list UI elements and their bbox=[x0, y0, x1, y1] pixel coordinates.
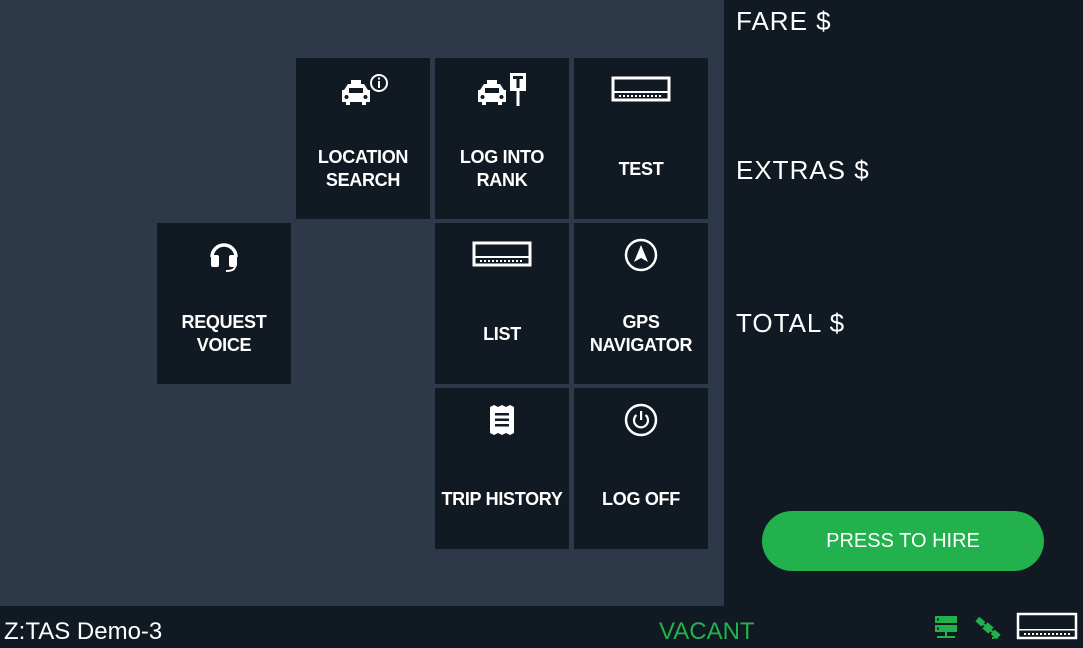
request-voice-label: REQUEST VOICE bbox=[181, 312, 267, 355]
log-into-rank-button[interactable]: LOG INTO RANK bbox=[435, 58, 569, 219]
log-off-button[interactable]: LOG OFF bbox=[574, 388, 708, 549]
headset-icon bbox=[157, 235, 291, 275]
gps-navigator-label: GPS NAVIGATOR bbox=[589, 312, 693, 355]
log-off-label: LOG OFF bbox=[602, 488, 680, 509]
meter-icon bbox=[574, 70, 708, 110]
list-button[interactable]: LIST bbox=[435, 223, 569, 384]
location-search-label: LOCATION SEARCH bbox=[317, 147, 409, 190]
location-search-button[interactable]: LOCATION SEARCH bbox=[296, 58, 430, 219]
trip-history-label: TRIP HISTORY bbox=[441, 488, 563, 509]
trip-history-button[interactable]: TRIP HISTORY bbox=[435, 388, 569, 549]
taxi-info-icon bbox=[296, 70, 430, 110]
test-label: TEST bbox=[618, 158, 664, 179]
press-to-hire-label: PRESS TO HIRE bbox=[826, 529, 980, 552]
extras-label: EXTRAS $ bbox=[736, 155, 870, 185]
receipt-icon bbox=[435, 400, 569, 440]
taxi-rank-icon bbox=[435, 70, 569, 110]
fare-label: FARE $ bbox=[736, 6, 832, 36]
status-bar: Z:TAS Demo-3 VACANT bbox=[0, 606, 1083, 648]
navigation-icon bbox=[574, 235, 708, 275]
meter-icon bbox=[435, 235, 569, 275]
total-label: TOTAL $ bbox=[736, 308, 846, 338]
satellite-icon bbox=[972, 614, 1004, 647]
gps-navigator-button[interactable]: GPS NAVIGATOR bbox=[574, 223, 708, 384]
device-name: Z:TAS Demo-3 bbox=[4, 618, 163, 645]
vacant-status: VACANT bbox=[659, 618, 755, 645]
log-into-rank-label: LOG INTO RANK bbox=[459, 147, 545, 190]
test-button[interactable]: TEST bbox=[574, 58, 708, 219]
menu-area: LOCATION SEARCH LOG INTO RANK TEST REQUE… bbox=[0, 0, 724, 606]
press-to-hire-button[interactable]: PRESS TO HIRE bbox=[762, 511, 1044, 571]
request-voice-button[interactable]: REQUEST VOICE bbox=[157, 223, 291, 384]
power-icon bbox=[574, 400, 708, 440]
server-icon bbox=[933, 614, 959, 645]
list-label: LIST bbox=[483, 323, 521, 344]
meter-icon bbox=[1016, 612, 1078, 647]
